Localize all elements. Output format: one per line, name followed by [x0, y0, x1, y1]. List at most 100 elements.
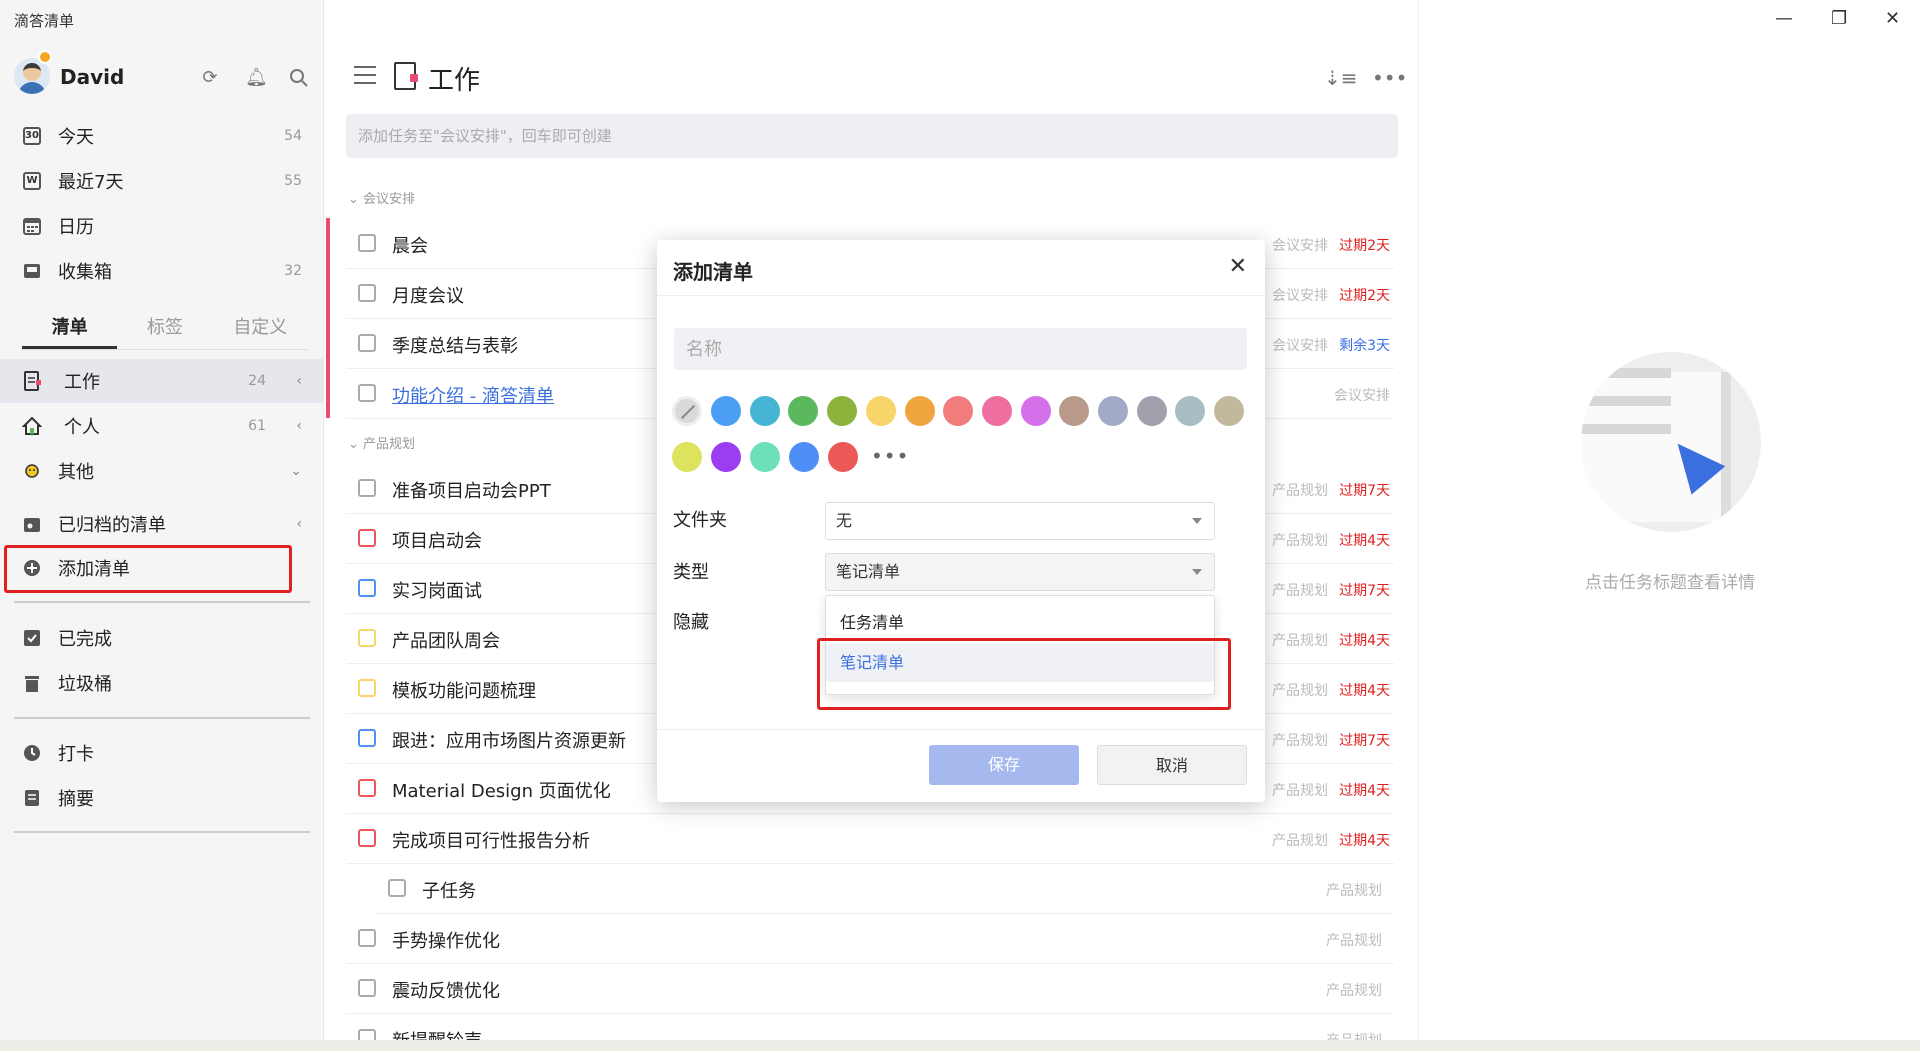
color-swatch[interactable] — [1020, 396, 1051, 426]
task-title: 跟进：应用市场图片资源更新 — [392, 731, 626, 752]
tab-tags[interactable]: 标签 — [117, 310, 212, 349]
no-color-swatch[interactable] — [672, 396, 702, 426]
tab-lists[interactable]: 清单 — [22, 310, 118, 349]
nav-calendar[interactable]: 日历 — [0, 204, 324, 248]
color-swatch[interactable] — [672, 442, 702, 472]
add-list-button[interactable]: 添加清单 — [0, 546, 324, 590]
task-list-name: 产品规划 — [1272, 633, 1328, 649]
nav-check-in[interactable]: 打卡 — [0, 731, 324, 775]
premium-crown-icon — [38, 50, 52, 64]
task-checkbox[interactable] — [358, 234, 376, 252]
nav-archived-lists[interactable]: 已归档的清单 ‹ — [0, 502, 324, 546]
task-title: Material Design 页面优化 — [392, 781, 611, 802]
more-colors-icon[interactable]: ••• — [871, 444, 909, 468]
restore-icon[interactable]: ❐ — [1831, 8, 1847, 29]
task-checkbox[interactable] — [358, 384, 376, 402]
task-checkbox[interactable] — [358, 929, 376, 947]
list-item-work[interactable]: 工作 24 ‹ — [0, 359, 324, 403]
color-swatch[interactable] — [711, 396, 741, 426]
task-checkbox[interactable] — [358, 829, 376, 847]
task-title: 子任务 — [422, 881, 476, 902]
folder-select[interactable]: 无 — [825, 502, 1215, 540]
chevron-down-icon[interactable]: ⌄ — [290, 463, 302, 479]
menu-icon[interactable] — [354, 66, 376, 84]
empty-state-text: 点击任务标题查看详情 — [1585, 573, 1755, 593]
more-icon[interactable]: ••• — [1372, 66, 1407, 90]
color-swatch[interactable] — [1136, 396, 1167, 426]
color-swatch[interactable] — [750, 442, 780, 472]
section-title-meetings[interactable]: ⌄ 会议安排 — [348, 188, 415, 207]
search-icon[interactable] — [289, 68, 309, 88]
nav-completed[interactable]: 已完成 — [0, 616, 324, 660]
color-swatch[interactable] — [904, 396, 935, 426]
list-name-input[interactable] — [674, 328, 1247, 370]
task-checkbox[interactable] — [358, 629, 376, 647]
task-list-name: 产品规划 — [1272, 583, 1328, 599]
task-row[interactable]: 完成项目可行性报告分析 产品规划 过期4天 — [346, 814, 1394, 864]
task-due: 过期4天 — [1339, 633, 1390, 649]
bell-icon[interactable]: 🔔︎ — [245, 68, 268, 88]
task-checkbox[interactable] — [388, 879, 406, 897]
tab-custom[interactable]: 自定义 — [213, 310, 308, 349]
nav-today[interactable]: 30 今天 54 — [0, 114, 324, 158]
chevron-left-icon[interactable]: ‹ — [296, 418, 302, 434]
calendar-today-icon: 30 — [22, 126, 42, 146]
subtask-row[interactable]: 子任务 产品规划 — [376, 864, 1394, 914]
list-item-personal[interactable]: 个人 61 ‹ — [0, 404, 324, 448]
task-checkbox[interactable] — [358, 729, 376, 747]
option-note-list[interactable]: 笔记清单 — [826, 644, 1214, 682]
note-list-icon — [22, 371, 42, 391]
save-button[interactable]: 保存 — [929, 745, 1079, 785]
close-icon[interactable]: ✕ — [1229, 254, 1247, 279]
add-task-input[interactable]: 添加任务至"会议安排"，回车即可创建 — [346, 114, 1398, 158]
color-swatch[interactable] — [1175, 396, 1206, 426]
color-swatch[interactable] — [865, 396, 896, 426]
sort-icon[interactable]: ⇣≡ — [1324, 66, 1358, 90]
type-select[interactable]: 笔记清单 — [825, 553, 1215, 591]
color-swatch[interactable] — [827, 396, 858, 426]
color-swatch[interactable] — [749, 396, 780, 426]
task-title-link[interactable]: 功能介绍 - 滴答清单 — [392, 382, 554, 408]
task-checkbox[interactable] — [358, 479, 376, 497]
cancel-button[interactable]: 取消 — [1097, 745, 1247, 785]
list-item-other[interactable]: 其他 ⌄ — [0, 449, 324, 493]
task-checkbox[interactable] — [358, 779, 376, 797]
close-window-icon[interactable]: ✕ — [1885, 8, 1900, 29]
task-checkbox[interactable] — [358, 334, 376, 352]
task-title: 模板功能问题梳理 — [392, 681, 536, 702]
color-swatch[interactable] — [943, 396, 974, 426]
color-swatch[interactable] — [1098, 396, 1128, 426]
chevron-left-icon[interactable]: ‹ — [296, 373, 302, 389]
color-swatch[interactable] — [1214, 396, 1245, 426]
color-swatch[interactable] — [828, 442, 858, 472]
minimize-icon[interactable]: — — [1775, 8, 1793, 29]
task-checkbox[interactable] — [358, 679, 376, 697]
color-swatch[interactable] — [789, 442, 819, 472]
section-title-product[interactable]: ⌄ 产品规划 — [348, 433, 415, 452]
nav-next-7-days[interactable]: W 最近7天 55 — [0, 159, 324, 203]
sync-icon[interactable]: ⟳ — [200, 68, 220, 88]
task-checkbox[interactable] — [358, 529, 376, 547]
home-icon — [22, 416, 42, 436]
task-checkbox[interactable] — [358, 579, 376, 597]
color-swatch[interactable] — [981, 396, 1012, 426]
task-checkbox[interactable] — [358, 979, 376, 997]
nav-count: 32 — [284, 263, 302, 279]
task-due: 过期2天 — [1339, 238, 1390, 254]
color-swatch[interactable] — [711, 442, 741, 472]
option-task-list[interactable]: 任务清单 — [826, 604, 1214, 642]
nav-summary[interactable]: 摘要 — [0, 776, 324, 820]
task-row[interactable]: 手势操作优化 产品规划 — [346, 914, 1394, 964]
color-swatch[interactable] — [788, 396, 819, 426]
nav-trash[interactable]: 垃圾桶 — [0, 661, 324, 705]
color-swatch[interactable] — [1059, 396, 1090, 426]
task-row[interactable]: 震动反馈优化 产品规划 — [346, 964, 1394, 1014]
chevron-left-icon[interactable]: ‹ — [296, 516, 302, 532]
list-label: 个人 — [64, 417, 100, 438]
nav-label: 收集箱 — [58, 262, 112, 283]
task-title: 准备项目启动会PPT — [392, 481, 551, 502]
list-count: 61 — [248, 418, 266, 434]
nav-inbox[interactable]: 收集箱 32 — [0, 249, 324, 293]
task-due: 剩余3天 — [1339, 338, 1390, 354]
nav-count: 54 — [284, 128, 302, 144]
